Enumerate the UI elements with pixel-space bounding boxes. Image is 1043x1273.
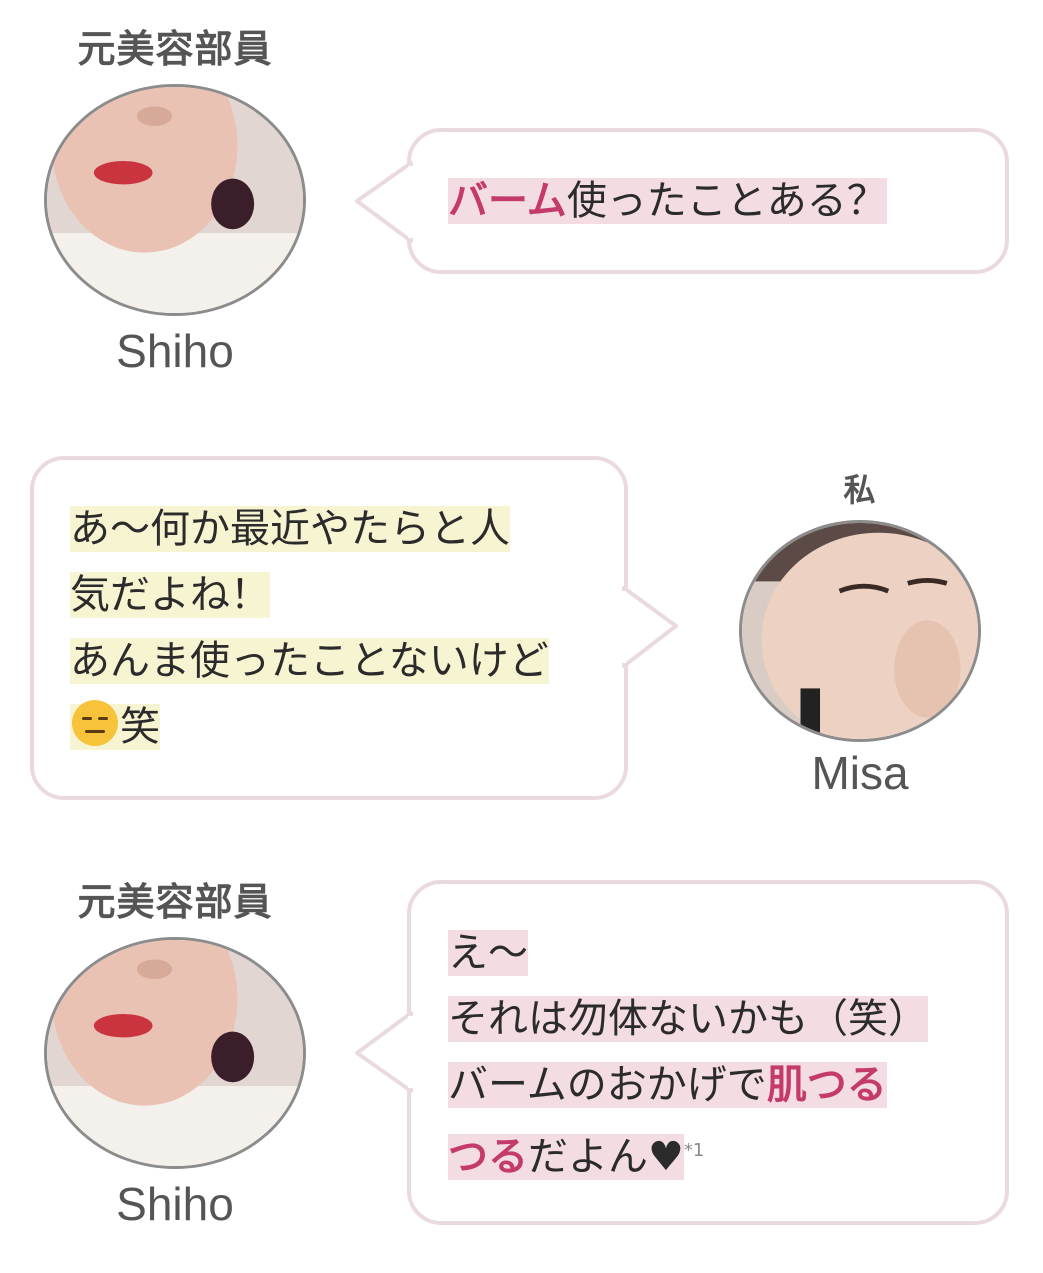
message-text: あ〜何か最近やたらと人 気だよね！ あんま使ったことないけど 笑 bbox=[70, 496, 610, 760]
footnote-marker: *1 bbox=[683, 1140, 705, 1161]
sender-role: 私 bbox=[843, 471, 877, 509]
misa-avatar bbox=[739, 520, 981, 742]
shiho-avatar bbox=[44, 84, 306, 316]
sender-name: Misa bbox=[811, 747, 909, 799]
bubble-tail bbox=[355, 1011, 416, 1093]
sender-name: Shiho bbox=[116, 325, 234, 377]
keyword-balm: バーム bbox=[448, 178, 567, 224]
expressionless-face-emoji bbox=[72, 700, 118, 746]
keyword-smooth-skin: 肌つる bbox=[766, 1062, 887, 1108]
bubble-tail bbox=[355, 161, 416, 243]
sender-block-shiho-2: 元美容部員 Shiho bbox=[40, 883, 310, 1227]
sender-block-misa: 私 Misa bbox=[735, 474, 985, 796]
message-line: あ〜何か最近やたらと人 bbox=[70, 506, 510, 552]
sender-role: 元美容部員 bbox=[77, 880, 273, 924]
message-text: え〜 それは勿体ないかも（笑） バームのおかげで肌つる つるだよん♥*1 bbox=[448, 920, 988, 1190]
message-line: だよん♥ bbox=[528, 1134, 684, 1181]
message-line: 使ったことある？ bbox=[566, 178, 887, 224]
message-line: バームのおかげで bbox=[448, 1062, 767, 1108]
message-line: それは勿体ないかも（笑） bbox=[448, 996, 928, 1042]
message-line: え〜 bbox=[448, 930, 528, 976]
bubble-tail bbox=[618, 586, 678, 668]
sender-name: Shiho bbox=[116, 1178, 234, 1230]
message-line: 気だよね！ bbox=[70, 572, 270, 618]
shiho-avatar bbox=[44, 937, 306, 1169]
message-line: 笑 bbox=[120, 704, 160, 750]
message-text: バーム使ったことある？ bbox=[448, 168, 988, 234]
keyword-smooth-skin: つる bbox=[448, 1134, 528, 1181]
sender-block-shiho-1: 元美容部員 Shiho bbox=[40, 30, 310, 374]
message-line: あんま使ったことないけど bbox=[70, 638, 549, 684]
sender-role: 元美容部員 bbox=[77, 27, 273, 71]
